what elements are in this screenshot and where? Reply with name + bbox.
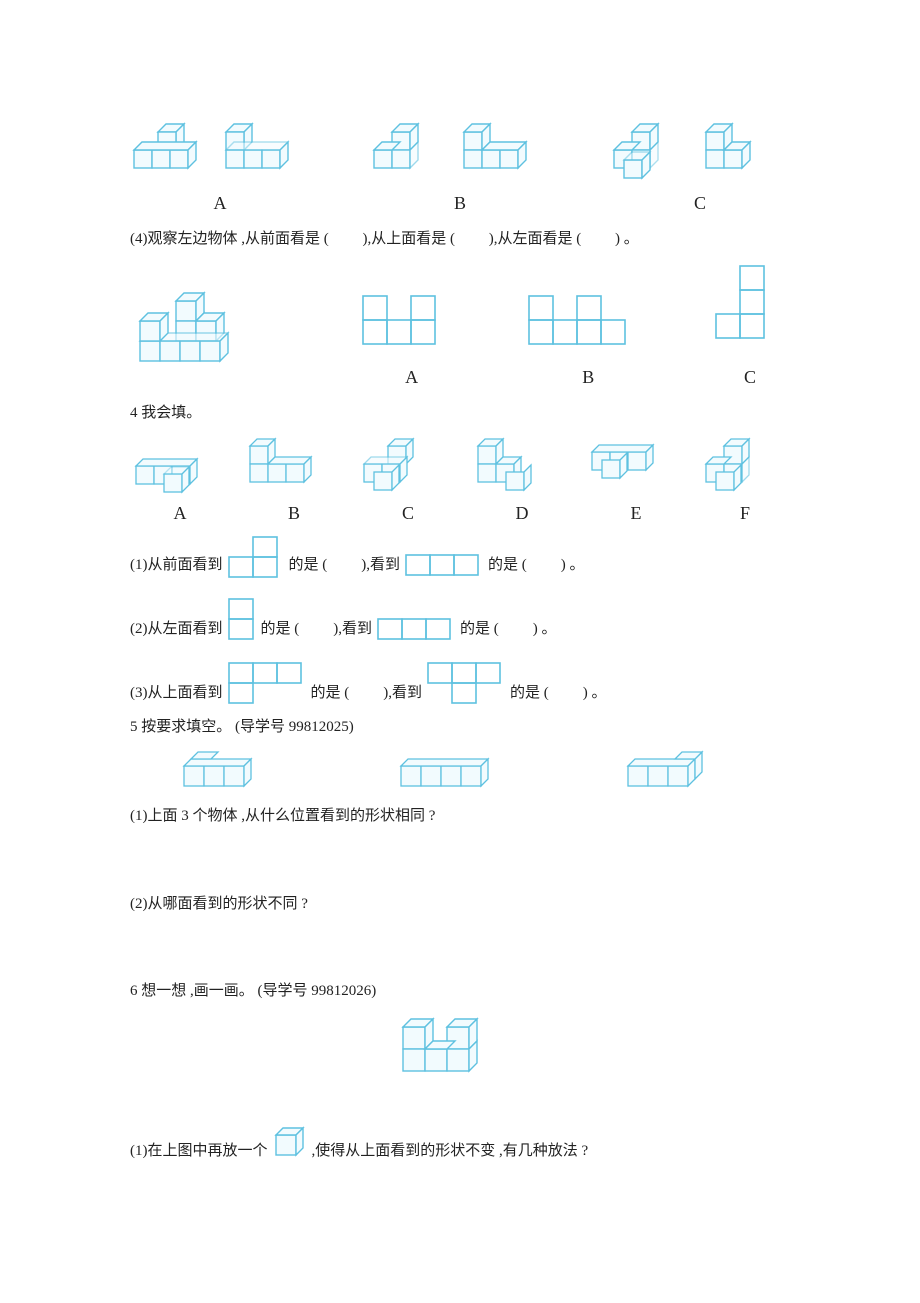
q4-a: (4)观察左边物体 ,从前面看是 ( bbox=[130, 231, 329, 247]
s4-2e: ) 。 bbox=[533, 617, 557, 643]
fig-pair-c: C bbox=[610, 114, 790, 219]
s4-1e: ) 。 bbox=[561, 553, 585, 579]
q4-view-b: B bbox=[523, 290, 653, 393]
view-L-topright-icon bbox=[227, 535, 285, 579]
single-cube-icon bbox=[272, 1125, 308, 1165]
s4-3: (3)从上面看到 的是 ( ),看到 的是 ( ) 。 bbox=[130, 661, 790, 707]
fig-pair-a: A bbox=[130, 114, 310, 219]
sec4-lf: F bbox=[740, 498, 750, 529]
view-row3b-icon bbox=[376, 617, 456, 643]
s4-2: (2)从左面看到 的是 ( ),看到 的是 ( ) 。 bbox=[130, 597, 790, 643]
view-T4-icon bbox=[426, 661, 506, 707]
s4-3c: ),看到 bbox=[383, 681, 422, 707]
s4-1c: ),看到 bbox=[361, 553, 400, 579]
q4-3d-svg bbox=[130, 283, 300, 393]
sec5-fig3 bbox=[622, 748, 742, 794]
fig-row-top: A B bbox=[130, 114, 790, 219]
sec4-opt-f: F bbox=[700, 434, 790, 529]
q4-label-a: A bbox=[405, 362, 418, 393]
sec4-le: E bbox=[631, 498, 642, 529]
sec6-main-fig bbox=[130, 1013, 790, 1083]
q4-fig-row: A B C bbox=[130, 260, 790, 393]
sec5-figs bbox=[130, 748, 790, 794]
sec4-options: A B C D E bbox=[130, 434, 790, 529]
s5-1: (1)上面 3 个物体 ,从什么位置看到的形状相同 ? bbox=[130, 804, 790, 830]
q4-view-a-svg bbox=[357, 290, 467, 360]
cube-pair-c-svg bbox=[610, 114, 790, 186]
sec4-opt-a: A bbox=[130, 434, 230, 529]
label-b: B bbox=[454, 188, 466, 219]
s4-1d: 的是 ( bbox=[488, 553, 527, 579]
label-c: C bbox=[694, 188, 706, 219]
s4-2c: ),看到 bbox=[333, 617, 372, 643]
sec4-opt-b: B bbox=[244, 434, 344, 529]
s6-1: (1)在上图中再放一个 ,使得从上面看到的形状不变 ,有几种放法 ? bbox=[130, 1125, 790, 1165]
cube-pair-b-svg bbox=[370, 114, 550, 186]
sec4-opt-d: D bbox=[472, 434, 572, 529]
s4-3e: ) 。 bbox=[583, 681, 607, 707]
q4-c: ),从左面看是 ( bbox=[489, 231, 582, 247]
q4-view-a: A bbox=[357, 290, 467, 393]
fig-pair-b: B bbox=[370, 114, 550, 219]
sec4-la: A bbox=[174, 498, 187, 529]
view-col2-icon bbox=[227, 597, 257, 643]
sec6-title: 6 想一想 ,画一画。 (导学号 99812026) bbox=[130, 979, 790, 1005]
q4-d: ) 。 bbox=[615, 231, 639, 247]
sec4-lc: C bbox=[402, 498, 414, 529]
sec5-fig1 bbox=[178, 748, 298, 794]
sec4-title: 4 我会填。 bbox=[130, 401, 790, 427]
q4-view-b-svg bbox=[523, 290, 653, 360]
sec4-opt-e: E bbox=[586, 434, 686, 529]
s4-2a: (2)从左面看到 bbox=[130, 617, 223, 643]
sec5-fig2 bbox=[395, 748, 525, 794]
s6-1a: (1)在上图中再放一个 bbox=[130, 1139, 268, 1165]
s4-1b: 的是 ( bbox=[289, 553, 328, 579]
view-L4-icon bbox=[227, 661, 307, 707]
sec6-main-svg bbox=[395, 1013, 525, 1083]
q4-label-c: C bbox=[744, 362, 756, 393]
sec4-opt-c: C bbox=[358, 434, 458, 529]
q4-3d-object bbox=[130, 283, 300, 393]
sec4-lb: B bbox=[288, 498, 300, 529]
cube-pair-a-svg bbox=[130, 114, 310, 186]
sec4-ld: D bbox=[516, 498, 529, 529]
q4-view-c-svg bbox=[710, 260, 790, 360]
s4-1: (1)从前面看到 的是 ( ),看到 的是 ( ) 。 bbox=[130, 535, 790, 579]
q4-view-c: C bbox=[710, 260, 790, 393]
s4-2b: 的是 ( bbox=[261, 617, 300, 643]
view-row3-icon bbox=[404, 553, 484, 579]
sec5-title: 5 按要求填空。 (导学号 99812025) bbox=[130, 715, 790, 741]
s4-3d: 的是 ( bbox=[510, 681, 549, 707]
s4-1a: (1)从前面看到 bbox=[130, 553, 223, 579]
s4-3a: (3)从上面看到 bbox=[130, 681, 223, 707]
s6-1b: ,使得从上面看到的形状不变 ,有几种放法 ? bbox=[312, 1139, 589, 1165]
s4-3b: 的是 ( bbox=[311, 681, 350, 707]
label-a: A bbox=[214, 188, 227, 219]
q4-label-b: B bbox=[582, 362, 594, 393]
q4-b: ),从上面看是 ( bbox=[363, 231, 456, 247]
s5-2: (2)从哪面看到的形状不同 ? bbox=[130, 892, 790, 918]
q4-line: (4)观察左边物体 ,从前面看是 ( ),从上面看是 ( ),从左面看是 ( )… bbox=[130, 227, 790, 253]
s4-2d: 的是 ( bbox=[460, 617, 499, 643]
